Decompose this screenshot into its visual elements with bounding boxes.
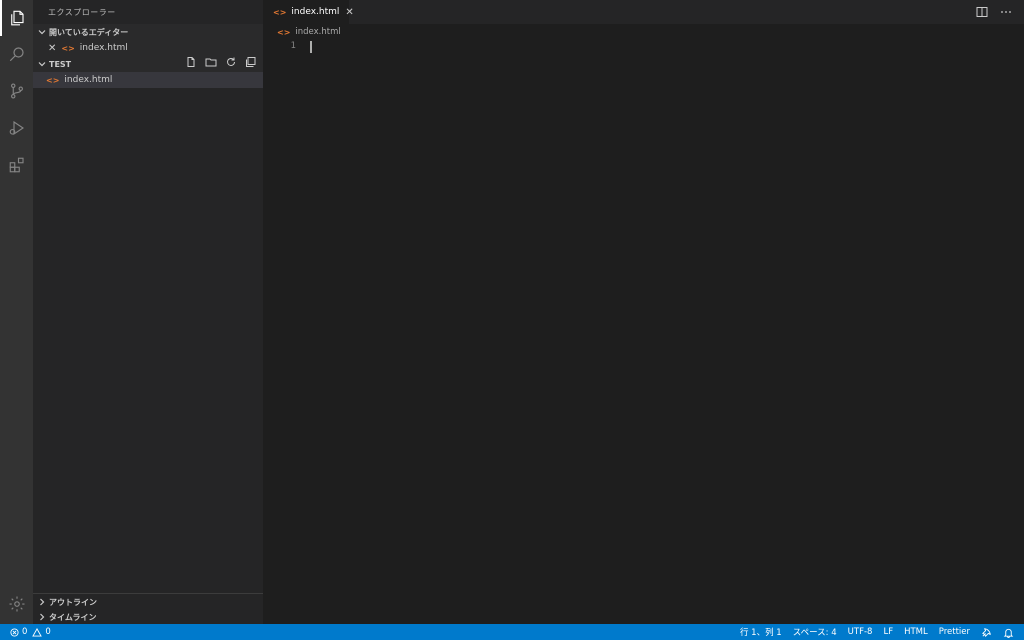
html-file-icon: <> [277, 27, 291, 37]
encoding[interactable]: UTF-8 [848, 627, 873, 637]
new-file-icon[interactable] [185, 56, 197, 68]
breadcrumb-filename: index.html [295, 27, 341, 37]
gear-icon[interactable] [0, 586, 33, 622]
search-icon[interactable] [0, 36, 33, 72]
files-icon[interactable] [0, 0, 33, 36]
collapse-all-icon[interactable] [245, 56, 257, 68]
close-icon[interactable]: ✕ [48, 43, 56, 54]
language-mode[interactable]: HTML [904, 627, 928, 637]
error-icon [10, 627, 19, 637]
error-count: 0 [22, 627, 28, 637]
open-editor-filename: index.html [79, 43, 128, 53]
timeline-header[interactable]: タイムライン [33, 609, 263, 625]
tab-index-html[interactable]: <> index.html ✕ [263, 0, 354, 24]
timeline-label: タイムライン [49, 612, 97, 622]
warning-count: 0 [45, 627, 51, 637]
folder-header-test[interactable]: TEST [33, 56, 263, 72]
open-editor-item[interactable]: ✕ <> index.html [33, 40, 263, 56]
chevron-right-icon [40, 613, 45, 621]
end-of-line[interactable]: LF [883, 627, 893, 637]
open-editors-header[interactable]: 開いているエディター [33, 24, 263, 40]
html-file-icon: <> [273, 7, 287, 17]
code-editor[interactable] [300, 39, 1024, 624]
status-bar: 0 0 行 1、列 1 スペース: 4 UTF-8 LF HTML Pretti… [0, 624, 1024, 640]
tab-label: index.html [291, 7, 340, 17]
tree-filename: index.html [64, 75, 113, 85]
breadcrumb[interactable]: <> index.html [277, 27, 341, 37]
folder-actions [185, 56, 257, 68]
more-actions-icon[interactable] [1000, 6, 1012, 18]
outline-header[interactable]: アウトライン [33, 593, 263, 610]
sidebar-title: エクスプローラー [48, 8, 116, 17]
warning-icon [32, 627, 43, 637]
tree-file-item[interactable]: <> index.html [33, 72, 263, 88]
status-right: 行 1、列 1 スペース: 4 UTF-8 LF HTML Prettier [740, 624, 1014, 640]
editor-tab-bar: <> index.html ✕ [263, 0, 1024, 24]
formatter[interactable]: Prettier [939, 627, 970, 637]
close-icon[interactable]: ✕ [345, 7, 353, 18]
activity-bar [0, 0, 33, 624]
explorer-sidebar: エクスプローラー 開いているエディター ✕ <> index.html TEST [33, 0, 263, 624]
source-control-icon[interactable] [0, 73, 33, 109]
split-editor-icon[interactable] [976, 6, 988, 18]
feedback-icon[interactable] [981, 627, 992, 638]
indentation[interactable]: スペース: 4 [793, 626, 837, 638]
chevron-right-icon [40, 598, 45, 606]
editor-actions [976, 6, 1012, 18]
chevron-down-icon [38, 62, 46, 67]
folder-label: TEST [49, 59, 72, 69]
problems-indicator[interactable]: 0 0 [10, 624, 51, 640]
html-file-icon: <> [46, 75, 60, 85]
refresh-icon[interactable] [225, 56, 237, 68]
new-folder-icon[interactable] [205, 56, 217, 68]
bell-icon[interactable] [1003, 627, 1014, 638]
open-editors-label: 開いているエディター [49, 27, 129, 37]
outline-label: アウトライン [49, 597, 97, 607]
chevron-down-icon [38, 30, 46, 35]
line-number: 1 [290, 41, 296, 51]
cursor-position[interactable]: 行 1、列 1 [740, 626, 782, 638]
extensions-icon[interactable] [0, 147, 33, 183]
html-file-icon: <> [61, 43, 75, 53]
run-debug-icon[interactable] [0, 110, 33, 146]
